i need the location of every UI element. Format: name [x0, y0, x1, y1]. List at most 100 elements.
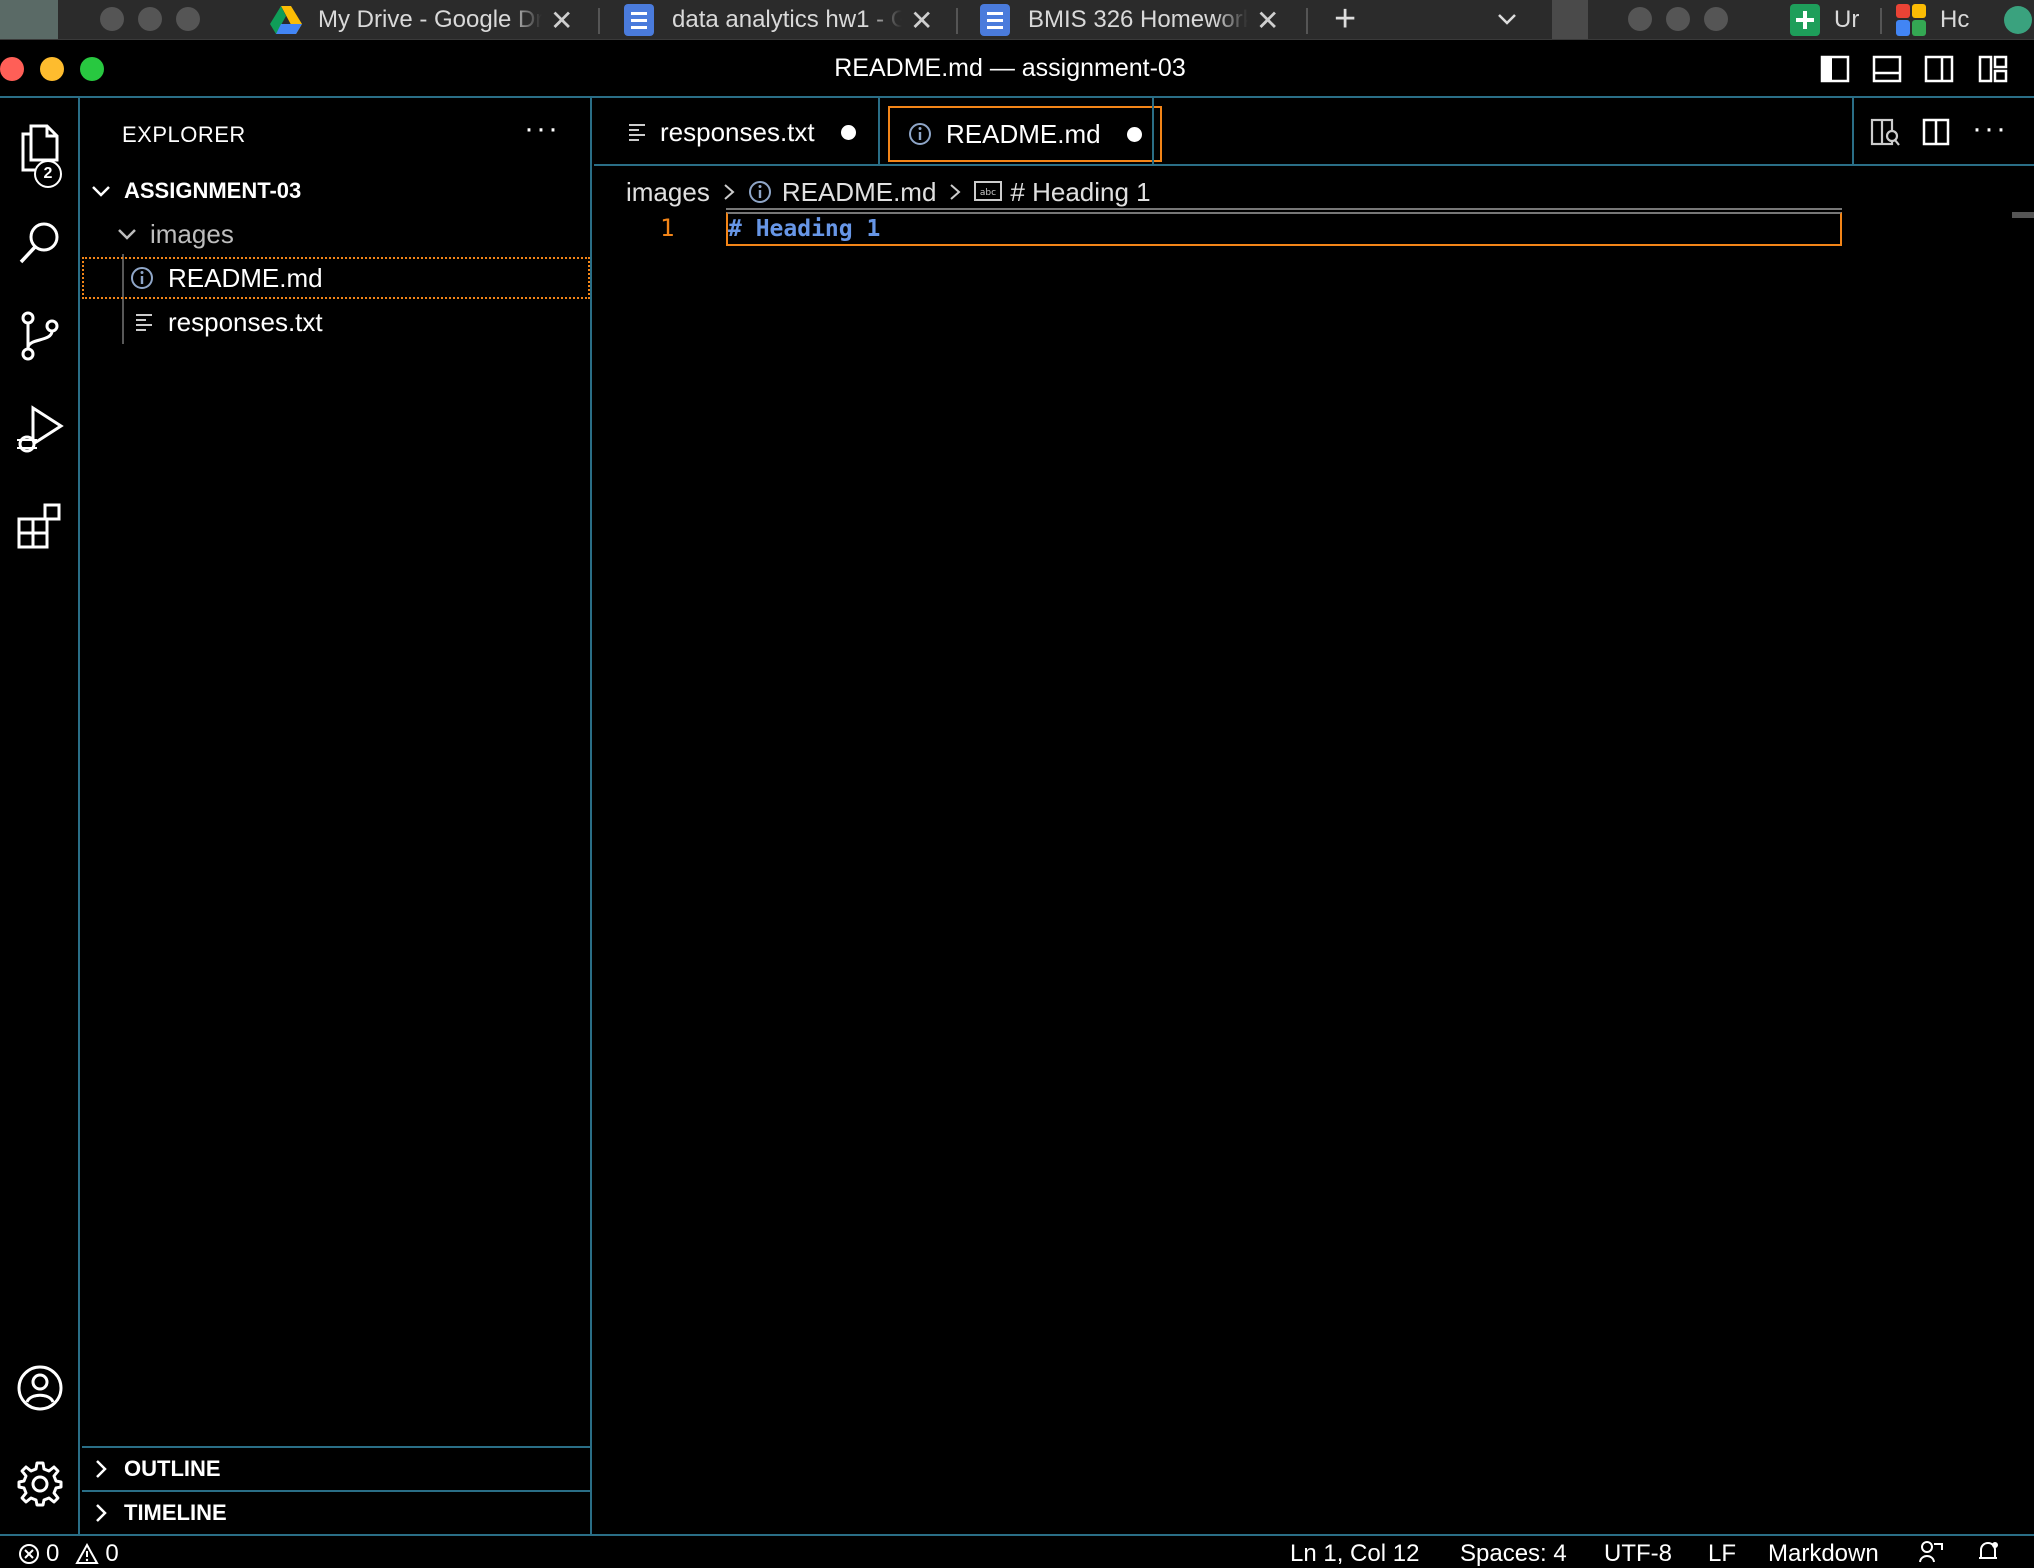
current-line-top-border: [726, 208, 1842, 210]
chevron-down-icon[interactable]: [1496, 8, 1518, 30]
more-actions-button[interactable]: ···: [524, 112, 560, 146]
explorer-sidebar: EXPLORER ··· ASSIGNMENT-03 images README…: [82, 98, 592, 1534]
info-icon: [748, 180, 772, 204]
browser-tab-strip: My Drive - Google Drive ✕ data analytics…: [0, 0, 2034, 40]
line-number: 1: [660, 214, 675, 242]
breadcrumb-item[interactable]: # Heading 1: [1010, 177, 1150, 208]
chevron-right-icon: [936, 183, 974, 201]
profile-thumbnail: [1552, 0, 1588, 39]
panel-label: TIMELINE: [124, 1500, 227, 1525]
browser-tab-title: Hc: [1940, 6, 1970, 33]
more-actions-button[interactable]: ···: [1972, 112, 2008, 146]
window-controls-inactive: [1628, 7, 1728, 31]
text-file-icon: [628, 122, 646, 142]
code-text[interactable]: # Heading 1: [728, 216, 880, 242]
file-responses[interactable]: responses.txt: [82, 301, 590, 343]
browser-tab-title: Ur: [1834, 6, 1860, 33]
editor-tab-bar: responses.txt README.md ···: [594, 98, 2034, 166]
folder-label: images: [150, 218, 234, 249]
split-editor-icon[interactable]: [1922, 118, 1950, 146]
browser-tab-sheets[interactable]: Ur: [1790, 0, 1870, 39]
account-icon[interactable]: [0, 1348, 80, 1428]
minimap[interactable]: [2012, 212, 2034, 218]
status-bar: 0 0 Ln 1, Col 12 Spaces: 4 UTF-8 LF Mark…: [0, 1534, 2034, 1568]
google-docs-icon: [980, 4, 1010, 36]
chevron-down-icon: [116, 223, 150, 245]
tab-label: responses.txt: [660, 116, 815, 147]
notifications-icon[interactable]: [1976, 1540, 2000, 1564]
toggle-panel-icon[interactable]: [1872, 55, 1902, 83]
new-tab-button[interactable]: +: [1334, 0, 1356, 38]
outline-panel-header[interactable]: OUTLINE: [82, 1446, 590, 1490]
editor-area: responses.txt README.md ··· images READM…: [594, 98, 2034, 1534]
cursor-position[interactable]: Ln 1, Col 12: [1290, 1540, 1419, 1568]
search-icon[interactable]: [0, 202, 80, 282]
breadcrumb-item[interactable]: images: [626, 177, 710, 208]
svg-text:abc: abc: [980, 188, 996, 198]
unsaved-dot-icon[interactable]: [840, 124, 856, 140]
toggle-secondary-sidebar-icon[interactable]: [1924, 55, 1954, 83]
indentation[interactable]: Spaces: 4: [1460, 1540, 1567, 1568]
tab-readme[interactable]: README.md: [888, 106, 1162, 162]
folder-images[interactable]: images: [82, 213, 590, 255]
browser-tab-docs-1[interactable]: data analytics hw1 - Google Docs ✕: [624, 0, 944, 39]
breadcrumb-item[interactable]: README.md: [782, 177, 937, 208]
source-control-icon[interactable]: [0, 296, 80, 376]
problems-indicator[interactable]: 0 0: [18, 1540, 119, 1568]
language-mode[interactable]: Markdown: [1768, 1540, 1879, 1568]
info-icon: [130, 266, 154, 290]
chevron-down-icon: [90, 180, 124, 202]
google-docs-icon: [624, 4, 654, 36]
activity-bar: 2: [0, 98, 80, 1534]
close-icon[interactable]: ✕: [550, 4, 573, 37]
encoding[interactable]: UTF-8: [1604, 1540, 1672, 1568]
browser-tab-title: BMIS 326 Homework - Google Docs: [1028, 6, 1248, 33]
feedback-icon[interactable]: [1918, 1540, 1944, 1564]
actions-divider: [1852, 98, 1854, 166]
text-file-icon: [134, 312, 154, 332]
warning-count: 0: [105, 1540, 119, 1567]
tab-responses[interactable]: responses.txt: [594, 98, 880, 166]
file-readme[interactable]: README.md: [82, 257, 590, 299]
google-sheets-icon: [1790, 4, 1820, 36]
file-label: README.md: [168, 262, 323, 293]
string-symbol-icon: abc: [974, 181, 1003, 203]
tab-divider: [1152, 98, 1154, 166]
current-line-highlight[interactable]: # Heading 1: [726, 212, 1842, 246]
error-icon: [18, 1543, 40, 1565]
info-icon: [908, 122, 932, 146]
chevron-right-icon: [90, 1458, 124, 1480]
browser-tab-drive[interactable]: My Drive - Google Drive ✕: [270, 0, 590, 39]
close-icon[interactable]: ✕: [910, 4, 933, 37]
panel-label: OUTLINE: [124, 1456, 221, 1481]
explorer-icon[interactable]: 2: [0, 108, 80, 188]
error-count: 0: [46, 1540, 60, 1567]
code-line-1[interactable]: 1 # Heading 1: [594, 212, 2034, 248]
folder-assignment-03[interactable]: ASSIGNMENT-03: [82, 170, 590, 212]
window-title: README.md — assignment-03: [834, 54, 1186, 82]
timeline-panel-header[interactable]: TIMELINE: [82, 1490, 590, 1534]
close-icon[interactable]: ✕: [1256, 4, 1279, 37]
gear-icon[interactable]: [0, 1444, 80, 1524]
folder-label: ASSIGNMENT-03: [124, 178, 302, 203]
tab-label: README.md: [946, 118, 1101, 149]
app-icon: [1896, 4, 1926, 36]
customize-layout-icon[interactable]: [1978, 55, 2008, 83]
breadcrumb: images README.md abc # Heading 1: [626, 172, 1151, 212]
end-of-line[interactable]: LF: [1708, 1540, 1736, 1568]
chatgpt-icon[interactable]: [2004, 6, 2032, 34]
explorer-badge: 2: [34, 160, 62, 188]
browser-tab-docs-2[interactable]: BMIS 326 Homework - Google Docs ✕: [980, 0, 1290, 39]
browser-tab-app[interactable]: Hc: [1896, 0, 1986, 39]
toggle-primary-sidebar-icon[interactable]: [1820, 55, 1850, 83]
google-drive-icon: [270, 6, 302, 34]
unsaved-dot-icon[interactable]: [1126, 126, 1142, 142]
explorer-title: EXPLORER: [122, 122, 246, 147]
browser-tab-title: data analytics hw1 - Google Docs: [672, 6, 902, 33]
open-preview-to-side-icon[interactable]: [1870, 118, 1900, 146]
run-debug-icon[interactable]: [0, 390, 80, 470]
file-label: responses.txt: [168, 306, 323, 337]
chevron-right-icon: [710, 183, 748, 201]
extensions-icon[interactable]: [0, 486, 80, 566]
title-bar: README.md — assignment-03: [0, 40, 2034, 98]
